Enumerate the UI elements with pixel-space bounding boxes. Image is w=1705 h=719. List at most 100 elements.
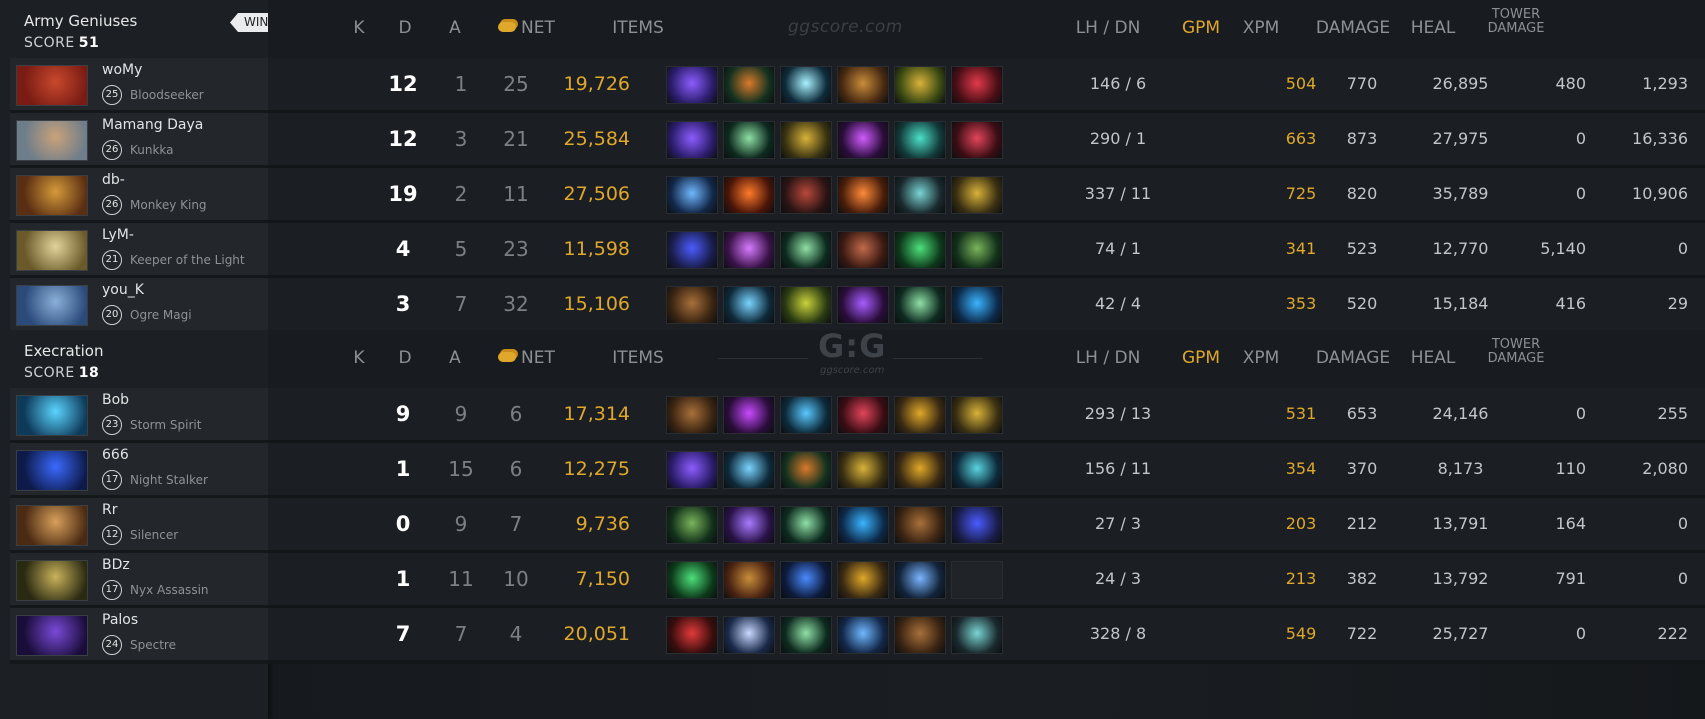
header-xpm[interactable]: XPM	[1236, 348, 1286, 368]
header-gpm[interactable]: GPM	[1176, 18, 1226, 38]
item-slot[interactable]	[951, 616, 1003, 654]
item-slot[interactable]	[837, 561, 889, 599]
item-slot[interactable]	[666, 451, 718, 489]
item-slot[interactable]	[723, 176, 775, 214]
header-a[interactable]: A	[430, 348, 480, 368]
item-slot[interactable]	[894, 286, 946, 324]
header-lh-dn[interactable]: LH / DN	[1048, 18, 1168, 38]
header-items[interactable]: ITEMS	[608, 18, 668, 38]
item-slot[interactable]	[780, 66, 832, 104]
header-gpm[interactable]: GPM	[1176, 348, 1226, 368]
item-slot[interactable]	[951, 121, 1003, 159]
player-card[interactable]: BDz 17 Nyx Assassin	[10, 553, 268, 609]
item-slot[interactable]	[894, 506, 946, 544]
header-damage[interactable]: DAMAGE	[1303, 348, 1403, 368]
item-slot[interactable]	[894, 176, 946, 214]
item-slot[interactable]	[894, 396, 946, 434]
item-slot[interactable]	[894, 616, 946, 654]
item-slot[interactable]	[723, 616, 775, 654]
player-name[interactable]: 666	[102, 447, 129, 463]
player-name[interactable]: BDz	[102, 557, 130, 573]
item-slot[interactable]	[894, 66, 946, 104]
item-slot[interactable]	[666, 286, 718, 324]
header-xpm[interactable]: XPM	[1236, 18, 1286, 38]
player-name[interactable]: woMy	[102, 62, 142, 78]
item-slot[interactable]	[951, 286, 1003, 324]
header-items[interactable]: ITEMS	[608, 348, 668, 368]
header-d[interactable]: D	[380, 348, 430, 368]
player-card[interactable]: Rr 12 Silencer	[10, 498, 268, 554]
item-slot[interactable]	[951, 451, 1003, 489]
header-tower-damage[interactable]: TOWER DAMAGE	[1476, 338, 1556, 366]
header-k[interactable]: K	[334, 18, 384, 38]
header-net[interactable]: NET	[498, 18, 598, 38]
item-slot[interactable]	[666, 231, 718, 269]
item-slot[interactable]	[666, 506, 718, 544]
item-slot[interactable]	[723, 286, 775, 324]
item-slot[interactable]	[837, 66, 889, 104]
item-slot[interactable]	[723, 66, 775, 104]
item-slot[interactable]	[951, 176, 1003, 214]
item-slot[interactable]	[837, 451, 889, 489]
item-slot[interactable]	[666, 561, 718, 599]
player-card[interactable]: LyM- 21 Keeper of the Light	[10, 223, 268, 279]
item-slot[interactable]	[837, 176, 889, 214]
item-slot[interactable]	[780, 121, 832, 159]
item-slot[interactable]	[723, 561, 775, 599]
item-slot[interactable]	[894, 231, 946, 269]
player-card[interactable]: Bob 23 Storm Spirit	[10, 388, 268, 444]
player-card[interactable]: 666 17 Night Stalker	[10, 443, 268, 499]
item-slot[interactable]	[666, 616, 718, 654]
item-slot[interactable]	[780, 231, 832, 269]
player-name[interactable]: Bob	[102, 392, 129, 408]
item-slot[interactable]	[837, 396, 889, 434]
item-slot[interactable]	[951, 231, 1003, 269]
item-slot[interactable]	[666, 176, 718, 214]
item-slot[interactable]	[837, 231, 889, 269]
player-card[interactable]: Mamang Daya 26 Kunkka	[10, 113, 268, 169]
header-a[interactable]: A	[430, 18, 480, 38]
item-slot[interactable]	[894, 121, 946, 159]
item-slot[interactable]	[780, 616, 832, 654]
header-heal[interactable]: HEAL	[1403, 348, 1463, 368]
item-slot[interactable]	[780, 176, 832, 214]
item-slot[interactable]	[666, 66, 718, 104]
player-name[interactable]: you_K	[102, 282, 144, 298]
header-damage[interactable]: DAMAGE	[1303, 18, 1403, 38]
item-slot[interactable]	[894, 561, 946, 599]
player-name[interactable]: Mamang Daya	[102, 117, 203, 133]
player-card[interactable]: woMy 25 Bloodseeker	[10, 58, 268, 114]
header-tower-damage[interactable]: TOWER DAMAGE	[1476, 8, 1556, 36]
item-slot[interactable]	[723, 231, 775, 269]
item-slot[interactable]	[780, 561, 832, 599]
item-slot[interactable]	[666, 396, 718, 434]
item-slot[interactable]	[723, 121, 775, 159]
empty-item-slot[interactable]	[951, 561, 1003, 599]
item-slot[interactable]	[837, 121, 889, 159]
header-d[interactable]: D	[380, 18, 430, 38]
player-card[interactable]: db- 26 Monkey King	[10, 168, 268, 224]
item-slot[interactable]	[780, 506, 832, 544]
player-name[interactable]: Rr	[102, 502, 117, 518]
item-slot[interactable]	[951, 506, 1003, 544]
header-lh-dn[interactable]: LH / DN	[1048, 348, 1168, 368]
header-net[interactable]: NET	[498, 348, 598, 368]
item-slot[interactable]	[666, 121, 718, 159]
player-name[interactable]: LyM-	[102, 227, 134, 243]
item-slot[interactable]	[723, 506, 775, 544]
item-slot[interactable]	[723, 396, 775, 434]
player-name[interactable]: db-	[102, 172, 125, 188]
item-slot[interactable]	[780, 286, 832, 324]
item-slot[interactable]	[723, 451, 775, 489]
item-slot[interactable]	[780, 396, 832, 434]
header-k[interactable]: K	[334, 348, 384, 368]
header-heal[interactable]: HEAL	[1403, 18, 1463, 38]
item-slot[interactable]	[951, 66, 1003, 104]
item-slot[interactable]	[837, 286, 889, 324]
item-slot[interactable]	[837, 506, 889, 544]
item-slot[interactable]	[837, 616, 889, 654]
item-slot[interactable]	[894, 451, 946, 489]
player-name[interactable]: Palos	[102, 612, 138, 628]
item-slot[interactable]	[951, 396, 1003, 434]
player-card[interactable]: you_K 20 Ogre Magi	[10, 278, 268, 334]
